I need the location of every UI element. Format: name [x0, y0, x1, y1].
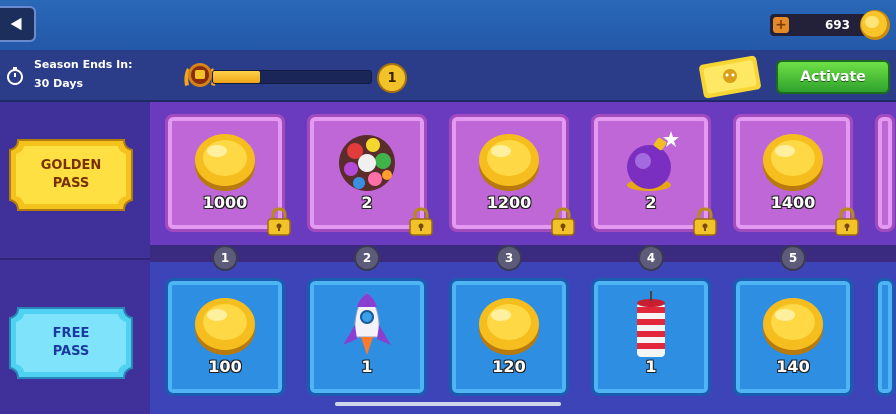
golden-reward-card[interactable]: 1200: [449, 114, 575, 236]
free-reward-card-partial[interactable]: [875, 278, 895, 396]
coin-icon: [473, 125, 545, 197]
reward-amount: 2: [645, 193, 657, 212]
panel-divider: [0, 258, 150, 260]
top-bar: + 693: [0, 0, 896, 50]
free-reward-card[interactable]: 140: [733, 278, 853, 396]
back-arrow-icon: [10, 17, 22, 31]
golden-reward-card[interactable]: 1400: [733, 114, 859, 236]
free-reward-card[interactable]: 120: [449, 278, 569, 396]
reward-amount: 1000: [202, 193, 248, 212]
free-reward-card[interactable]: 100: [165, 278, 285, 396]
coin-icon: [757, 125, 829, 197]
free-reward-card[interactable]: 1: [307, 278, 427, 396]
activate-button[interactable]: Activate: [776, 60, 890, 94]
reward-amount: 1: [645, 357, 657, 376]
rocket-icon: [331, 289, 403, 361]
coin-count: 693: [824, 18, 850, 32]
reward-amount: 140: [776, 357, 810, 376]
free-pass-label: FREE PASS: [52, 326, 90, 359]
coin-icon: [189, 125, 261, 197]
reward-grid: 1000 2 1200 2 1400 100 1 120 1 140 1 2 3 4 5: [150, 102, 896, 414]
level-number: 5: [780, 245, 806, 271]
reward-amount: 120: [492, 357, 526, 376]
reward-amount: 2: [361, 193, 373, 212]
season-days-remaining: 30 Days: [34, 77, 84, 90]
pass-type-panel: GOLDEN PASS FREE PASS: [0, 102, 150, 414]
golden-reward-card[interactable]: 2: [307, 114, 433, 236]
golden-reward-card[interactable]: 2: [591, 114, 717, 236]
season-progress-fill: [213, 71, 261, 83]
level-number: 3: [496, 245, 522, 271]
firework-icon: [615, 289, 687, 361]
bomb-icon: [615, 125, 687, 197]
coin-icon: [860, 10, 890, 40]
reward-amount: 1: [361, 357, 373, 376]
current-level-badge: 1: [377, 63, 407, 93]
golden-ticket-icon: [699, 55, 761, 99]
golden-pass-button[interactable]: GOLDEN PASS: [8, 138, 134, 212]
reward-amount: 1400: [770, 193, 816, 212]
coin-icon: [189, 289, 261, 361]
reward-amount: 1200: [486, 193, 532, 212]
free-reward-card[interactable]: 1: [591, 278, 711, 396]
lock-icon: [266, 207, 292, 237]
season-ends-label: Season Ends In:: [34, 58, 133, 71]
level-number: 1: [212, 245, 238, 271]
golden-pass-label: GOLDEN PASS: [40, 158, 102, 191]
stopwatch-icon: [7, 67, 23, 85]
lock-icon: [550, 207, 576, 237]
lock-icon: [408, 207, 434, 237]
level-number: 4: [638, 245, 664, 271]
season-progress-bar: [212, 70, 372, 84]
golden-reward-card-partial[interactable]: [875, 114, 895, 232]
scroll-indicator[interactable]: [335, 402, 561, 406]
coin-icon: [757, 289, 829, 361]
season-bar: Season Ends In: 30 Days 1 Activate: [0, 50, 896, 102]
back-button[interactable]: [0, 6, 36, 42]
add-coins-button[interactable]: +: [773, 17, 789, 33]
free-pass-button[interactable]: FREE PASS: [8, 306, 134, 380]
coin-counter: + 693: [770, 14, 870, 36]
candy-ball-icon: [331, 125, 403, 197]
lock-icon: [834, 207, 860, 237]
golden-reward-card[interactable]: 1000: [165, 114, 291, 236]
coin-icon: [473, 289, 545, 361]
reward-amount: 100: [208, 357, 242, 376]
lock-icon: [692, 207, 718, 237]
level-number: 2: [354, 245, 380, 271]
